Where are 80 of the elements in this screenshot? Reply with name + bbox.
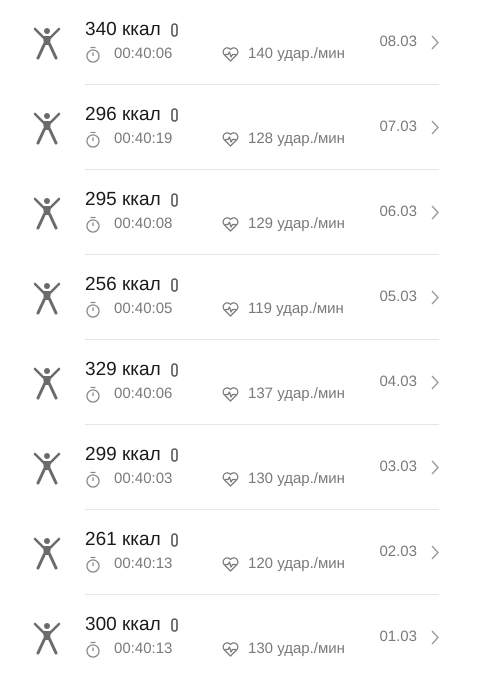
band-icon [170,448,178,462]
duration-text: 00:40:13 [114,639,174,660]
jumping-figure-icon [33,450,61,484]
jumping-figure-icon [33,26,61,60]
jumping-figure-icon [33,196,61,230]
calories-text: 295 ккал [85,190,161,210]
stopwatch-icon [85,641,101,658]
jumping-figure-icon [33,620,61,654]
workout-row[interactable]: 295 ккал 00:40:08 129 удар./мин 06.03 [0,170,477,255]
band-icon [170,618,178,632]
duration-text: 00:40:08 [114,214,174,234]
calories-text: 329 ккал [85,360,161,380]
heart-rate-icon [222,132,239,147]
heart-rate-icon [222,47,239,62]
band-icon [170,532,178,547]
heart-rate-icon [222,472,239,487]
chevron-right-icon [431,544,439,560]
duration-text: 00:40:05 [114,299,174,320]
heart-rate-icon [222,557,239,572]
heart-rate-text: 129 удар./мин [248,214,345,234]
date-text: 03.03 [379,456,417,477]
date-text: 04.03 [379,372,417,392]
heart-rate-icon [222,642,239,657]
heart-rate-text: 140 удар./мин [248,44,345,64]
stopwatch-icon [85,386,101,403]
heart-rate-text: 120 удар./мин [248,554,345,574]
heart-rate-text: 130 удар./мин [248,639,345,660]
stopwatch-icon [85,471,101,488]
band-icon [170,192,178,207]
chevron-right-icon [431,460,439,474]
calories-text: 340 ккал [85,20,161,40]
chevron-right-icon [431,374,439,390]
workout-row[interactable]: 296 ккал 00:40:19 128 удар./мин 07.03 [0,85,477,170]
duration-text: 00:40:13 [114,554,174,574]
calories-text: 296 ккал [85,105,161,124]
stopwatch-icon [85,556,101,573]
date-text: 07.03 [379,116,417,137]
heart-rate-icon [222,387,239,402]
date-text: 02.03 [379,542,417,562]
workout-row[interactable]: 340 ккал 00:40:06 140 удар./мин 08.03 [0,0,477,85]
workout-row[interactable]: 329 ккал 00:40:06 137 удар./мин 04.03 [0,340,477,425]
heart-rate-text: 130 удар./мин [248,469,345,490]
heart-rate-icon [222,217,239,232]
date-text: 06.03 [379,202,417,222]
band-icon [170,22,178,37]
heart-rate-text: 137 удар./мин [248,384,345,404]
band-icon [170,362,178,377]
calories-text: 299 ккал [85,445,161,464]
stopwatch-icon [85,301,101,318]
chevron-right-icon [431,120,439,134]
chevron-right-icon [431,34,439,50]
heart-rate-icon [222,302,239,317]
date-text: 05.03 [379,286,417,307]
band-icon [170,278,178,292]
duration-text: 00:40:19 [114,129,174,150]
heart-rate-text: 128 удар./мин [248,129,345,150]
workout-row[interactable]: 261 ккал 00:40:13 120 удар./мин 02.03 [0,510,477,595]
date-text: 08.03 [379,32,417,52]
stopwatch-icon [85,216,101,233]
chevron-right-icon [431,290,439,304]
calories-text: 261 ккал [85,530,161,550]
workout-row[interactable]: 299 ккал 00:40:03 130 удар./мин 03.03 [0,425,477,510]
workout-row[interactable]: 300 ккал 00:40:13 130 удар./мин 01.03 [0,595,477,680]
jumping-figure-icon [33,366,61,400]
duration-text: 00:40:06 [114,44,174,64]
chevron-right-icon [431,630,439,644]
jumping-figure-icon [33,280,61,314]
workout-row[interactable]: 256 ккал 00:40:05 119 удар./мин 05.03 [0,255,477,340]
jumping-figure-icon [33,110,61,144]
date-text: 01.03 [379,626,417,647]
jumping-figure-icon [33,536,61,570]
band-icon [170,108,178,122]
heart-rate-text: 119 удар./мин [248,299,344,320]
stopwatch-icon [85,46,101,63]
duration-text: 00:40:06 [114,384,174,404]
chevron-right-icon [431,204,439,220]
stopwatch-icon [85,131,101,148]
duration-text: 00:40:03 [114,469,174,490]
calories-text: 256 ккал [85,275,161,294]
calories-text: 300 ккал [85,615,161,634]
